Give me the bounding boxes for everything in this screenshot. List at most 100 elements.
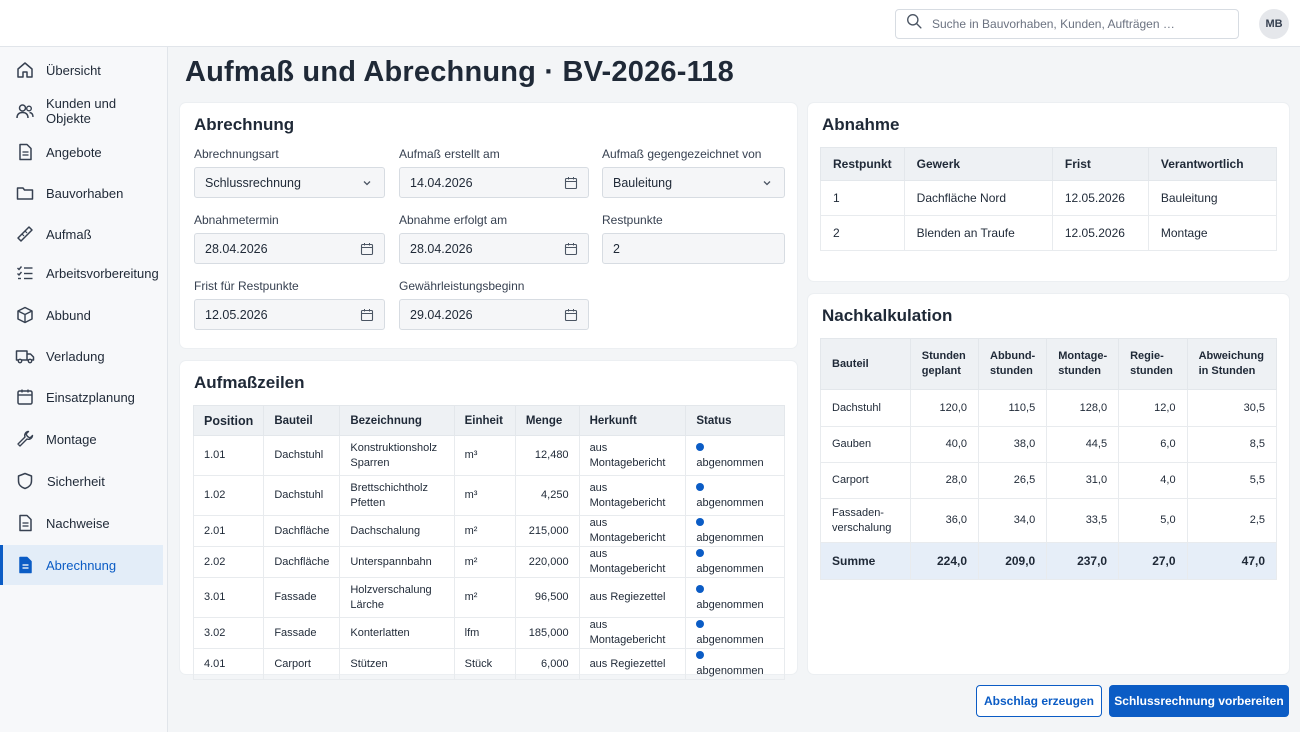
sidebar-item-aufmass[interactable]: Aufmaß [0,214,163,254]
table-row[interactable]: 2.01 Dachfläche Dachschalung m² 215,000 … [192,515,785,547]
table-cell: m² [453,577,516,618]
abnahme-card: Abnahme Restpunkt Gewerk Frist Verantwor… [808,103,1289,281]
gewaehrleistung-value: 29.04.2026 [410,307,473,322]
calendar-icon[interactable] [564,176,578,190]
calendar-icon[interactable] [564,308,578,322]
table-cell: Dachstuhl [263,435,341,476]
table-cell: 215,000 [514,515,580,547]
abschlag-erzeugen-button[interactable]: Abschlag erzeugen [976,685,1102,717]
home-icon [15,60,35,80]
table-cell: 44,5 [1046,426,1120,463]
schlussrechnung-vorbereiten-button[interactable]: Schlussrechnung vorbereiten [1109,685,1289,717]
column-header: Bauteil [263,405,341,436]
aufmass-erstellt-date[interactable]: 14.04.2026 [399,167,589,198]
table-cell: 27,0 [1118,542,1188,580]
table-row[interactable]: Carport 28,0 26,5 31,0 4,0 5,5 [820,462,1278,499]
sidebar-item-verladung[interactable]: Verladung [0,336,163,376]
table-row[interactable]: Fassaden-verschalung 36,0 34,0 33,5 5,0 … [820,498,1278,543]
status-badge: abgenommen [696,496,764,509]
sidebar-item-bauvorhaben[interactable]: Bauvorhaben [0,173,163,213]
abrechnung-title: Abrechnung [194,115,295,134]
sidebar-item-arbeitsvorbereitung[interactable]: Arbeitsvorbereitung [0,253,163,293]
user-avatar[interactable]: MB [1259,9,1289,39]
calendar-icon[interactable] [564,242,578,256]
sidebar-item-abbund[interactable]: Abbund [0,295,163,335]
status-dot-icon [696,549,705,557]
table-cell: Konterlatten [339,617,455,649]
table-cell: Dachfläche [263,515,341,547]
sidebar-item-einsatzplanung[interactable]: Einsatzplanung [0,377,163,417]
column-header: Regie-stunden [1118,338,1188,390]
gewaehrleistung-label: Gewährleistungsbeginn [399,279,525,293]
abnahme-erfolgt-date[interactable]: 28.04.2026 [399,233,589,264]
status-dot-icon [696,442,705,451]
table-cell: aus Regiezettel [578,648,687,680]
table-row[interactable]: 1.02 Dachstuhl Brettschichtholz Pfetten … [192,475,785,516]
column-header: Gewerk [903,147,1053,181]
table-cell: Dachstuhl [820,389,911,427]
table-cell: 1.01 [192,435,265,476]
invoice-icon [15,555,35,575]
frist-date[interactable]: 12.05.2026 [194,299,385,330]
column-header: Status [685,405,785,436]
table-row[interactable]: 4.01 Carport Stützen Stück 6,000 aus Reg… [192,648,785,680]
table-cell: 6,000 [514,648,580,680]
table-cell: 12,0 [1118,389,1188,427]
status-dot-icon [696,518,705,526]
table-cell: 2.01 [192,515,265,547]
table-cell: 1.02 [192,475,265,516]
table-cell: Holzverschalung Lärche [339,577,455,618]
search-input[interactable] [932,17,1222,31]
sidebar-item-abrechnung[interactable]: Abrechnung [0,545,163,585]
abnahmetermin-date[interactable]: 28.04.2026 [194,233,385,264]
box-icon [15,305,35,325]
frist-value: 12.05.2026 [205,307,268,322]
table-row[interactable]: 2.02 Dachfläche Unterspannbahn m² 220,00… [192,546,785,578]
sidebar-item-label: Übersicht [46,62,101,78]
column-header: Herkunft [578,405,687,436]
calendar-icon[interactable] [360,308,374,322]
sidebar-item-nachweise[interactable]: Nachweise [0,503,163,543]
sidebar-item-label: Einsatzplanung [46,389,135,405]
gegengezeichnet-select[interactable]: Bauleitung [602,167,785,198]
column-header: Bezeichnung [339,405,455,436]
table-cell: 31,0 [1046,462,1120,499]
gewaehrleistung-date[interactable]: 29.04.2026 [399,299,589,330]
table-cell: 34,0 [978,498,1048,543]
table-row[interactable]: 1 Dachfläche Nord 12.05.2026 Bauleitung [820,180,1278,216]
sidebar-item-angebote[interactable]: Angebote [0,132,163,172]
sidebar-item-kunden[interactable]: Kunden und Objekte [0,91,163,131]
abnahme-erfolgt-label: Abnahme erfolgt am [399,213,508,227]
folder-icon [15,183,35,203]
column-header: Frist [1051,147,1149,181]
table-cell: 5,0 [1118,498,1188,543]
sidebar-item-label: Montage [46,431,97,447]
calendar-icon[interactable] [360,242,374,256]
column-header: Bauteil [820,338,911,390]
table-row[interactable]: 2 Blenden an Traufe 12.05.2026 Montage [820,215,1278,251]
sidebar-item-sicherheit[interactable]: Sicherheit [0,461,163,501]
table-cell: Stützen [339,648,455,680]
abrechnungsart-select[interactable]: Schlussrechnung [194,167,385,198]
chevron-down-icon [760,176,774,190]
table-cell: aus Montagebericht [578,435,687,476]
restpunkte-input[interactable]: 2 [602,233,785,264]
column-header: Einheit [453,405,516,436]
aufmasszeilen-table: Position Bauteil Bezeichnung Einheit Men… [192,405,785,680]
sidebar-item-montage[interactable]: Montage [0,419,163,459]
abnahmetermin-value: 28.04.2026 [205,241,268,256]
table-row[interactable]: 3.02 Fassade Konterlatten lfm 185,000 au… [192,617,785,649]
sidebar-item-label: Bauvorhaben [46,185,124,201]
sidebar-item-label: Sicherheit [47,473,105,489]
table-cell: 96,500 [514,577,580,618]
table-row[interactable]: Dachstuhl 120,0 110,5 128,0 12,0 30,5 [820,389,1278,427]
table-row[interactable]: 3.01 Fassade Holzverschalung Lärche m² 9… [192,577,785,618]
table-cell: aus Regiezettel [578,577,687,618]
table-cell: 4,250 [514,475,580,516]
search-box[interactable] [895,9,1239,39]
table-row[interactable]: 1.01 Dachstuhl Konstruktionsholz Sparren… [192,435,785,476]
sidebar-item-uebersicht[interactable]: Übersicht [0,50,163,90]
table-cell: m³ [453,435,516,476]
status-badge: abgenommen [696,634,764,646]
table-row[interactable]: Gauben 40,0 38,0 44,5 6,0 8,5 [820,426,1278,463]
